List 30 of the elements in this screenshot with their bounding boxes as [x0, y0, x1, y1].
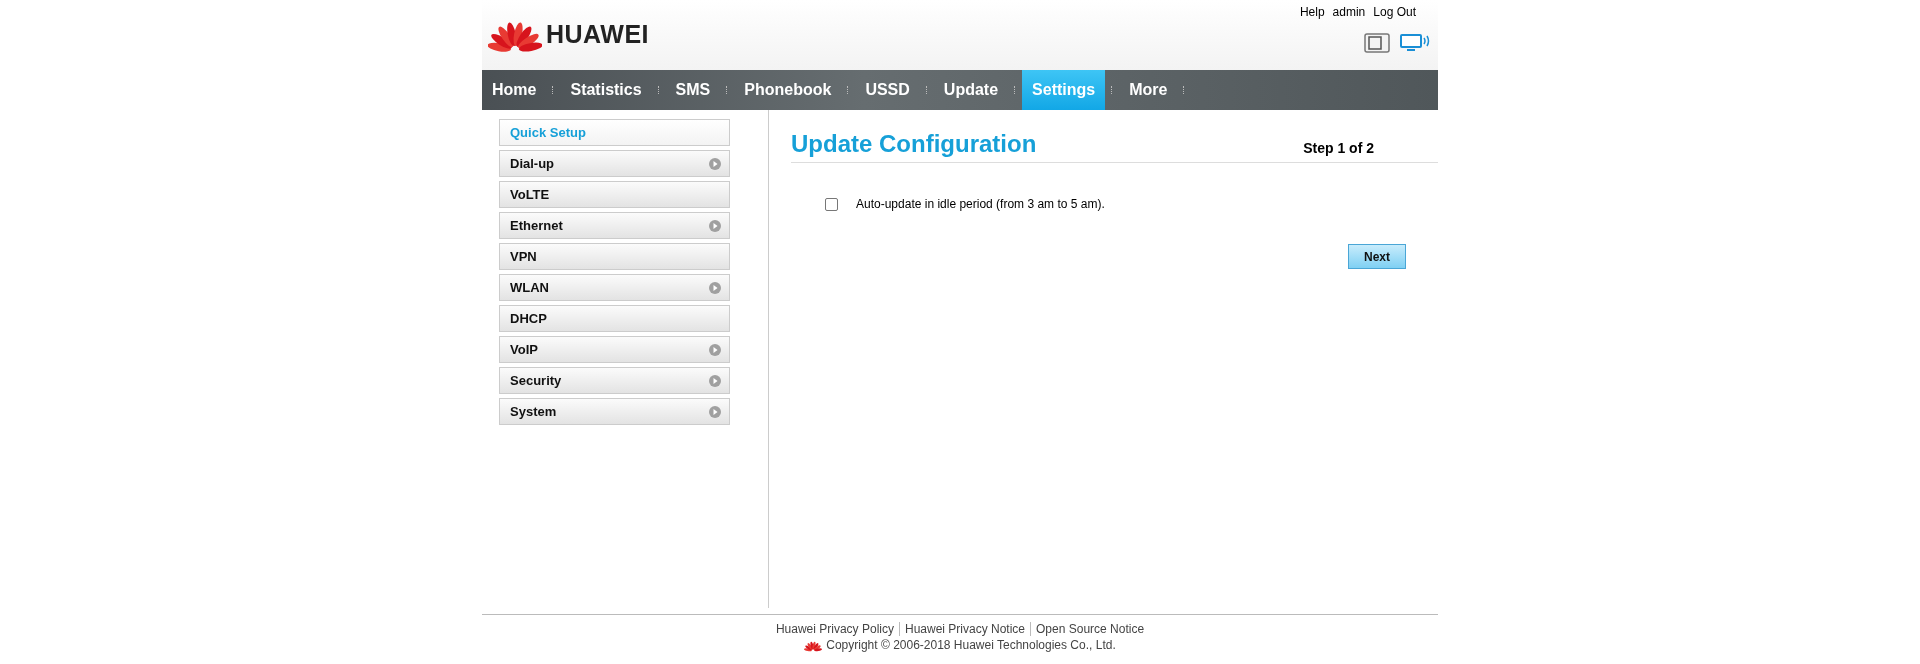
checkbox[interactable] [825, 197, 838, 211]
header-link[interactable]: admin [1332, 5, 1366, 19]
nav-tab[interactable]: SMS [665, 70, 721, 110]
next-button[interactable]: Next [1348, 244, 1406, 269]
sidebar-item[interactable]: VoLTE [499, 181, 730, 208]
page-title: Update Configuration [791, 130, 1037, 158]
sidebar-item[interactable]: VPN [499, 243, 730, 270]
header-link[interactable]: Help [1299, 5, 1325, 19]
sidebar-item[interactable]: System [499, 398, 730, 425]
footer-link[interactable]: Open Source Notice [1036, 622, 1145, 636]
header-link[interactable]: Log Out [1373, 5, 1416, 19]
monitor-signal-icon[interactable] [1400, 33, 1430, 53]
sidebar-item[interactable]: Dial-up [499, 150, 730, 177]
sidebar-item[interactable]: VoIP [499, 336, 730, 363]
nav-tab[interactable]: USSD [855, 70, 920, 110]
nav-tab[interactable]: Update [933, 70, 1009, 110]
sidebar-item[interactable]: Ethernet [499, 212, 730, 239]
sidebar-item[interactable]: DHCP [499, 305, 730, 332]
nav-tab[interactable]: Phonebook [734, 70, 842, 110]
nav-tab[interactable]: Statistics [560, 70, 652, 110]
sidebar-item[interactable]: WLAN [499, 274, 730, 301]
nav-tab[interactable]: Home [482, 70, 547, 110]
footer-link[interactable]: Huawei Privacy Notice [904, 622, 1025, 636]
copyright-text: Copyright © 2006-2018 Huawei Technologies Co., Ltd. [826, 638, 1116, 652]
footer-link[interactable]: Huawei Privacy Policy [775, 622, 894, 636]
checkbox-label: Auto-update in idle period (from 3 am to 5 am). [856, 197, 1105, 211]
nav-tab[interactable]: More [1119, 70, 1178, 110]
sidebar-item[interactable]: Security [499, 367, 730, 394]
brand-logo: HUAWEI [482, 14, 649, 54]
step-indicator: Step 1 of 2 [1303, 140, 1374, 158]
